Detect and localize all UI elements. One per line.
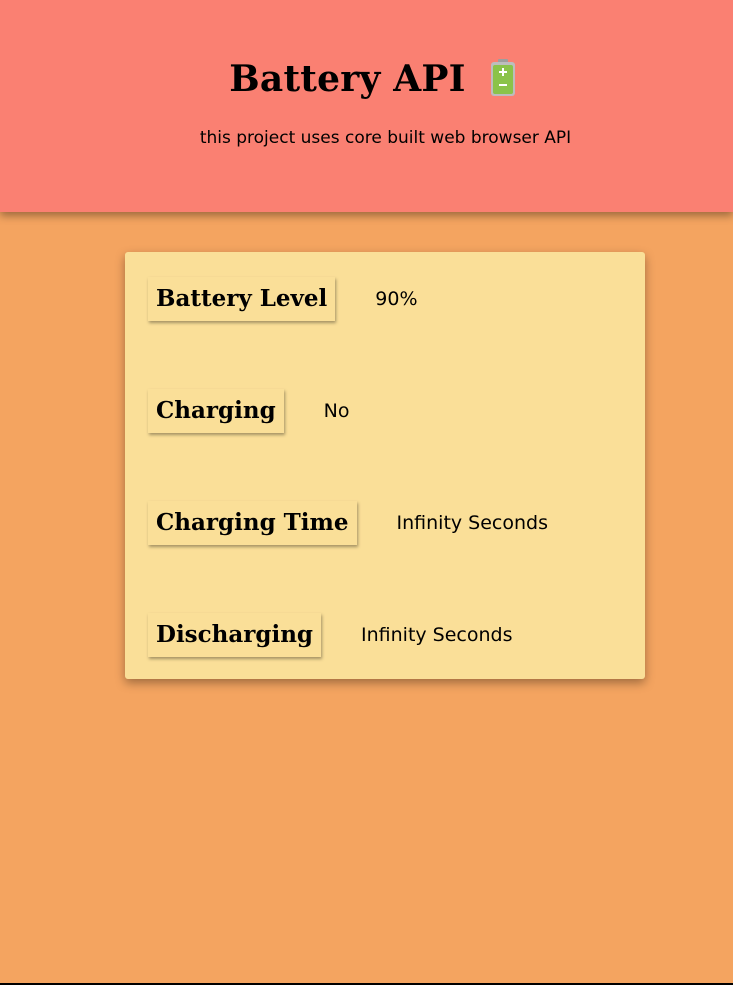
charging-time-row: Charging Time Infinity Seconds (148, 501, 548, 545)
discharging-value: Infinity Seconds (361, 624, 513, 646)
battery-info-card: Battery Level 90% Charging No Charging T… (125, 252, 645, 679)
page-subtitle: this project uses core built web browser… (199, 128, 572, 148)
title-row: Battery API (0, 58, 733, 100)
battery-level-value: 90% (375, 288, 418, 310)
battery-level-row: Battery Level 90% (148, 277, 418, 321)
discharging-row: Discharging Infinity Seconds (148, 613, 513, 657)
discharging-label: Discharging (148, 613, 322, 657)
page-title: Battery API (229, 58, 466, 100)
charging-label: Charging (148, 389, 284, 433)
charging-time-label: Charging Time (148, 501, 357, 545)
battery-icon-svg (490, 59, 515, 96)
battery-icon (490, 59, 516, 97)
battery-level-label: Battery Level (148, 277, 336, 321)
charging-row: Charging No (148, 389, 350, 433)
charging-time-value: Infinity Seconds (396, 512, 549, 534)
page-header: Battery API this project uses core built… (0, 0, 733, 212)
charging-value: No (323, 400, 350, 422)
